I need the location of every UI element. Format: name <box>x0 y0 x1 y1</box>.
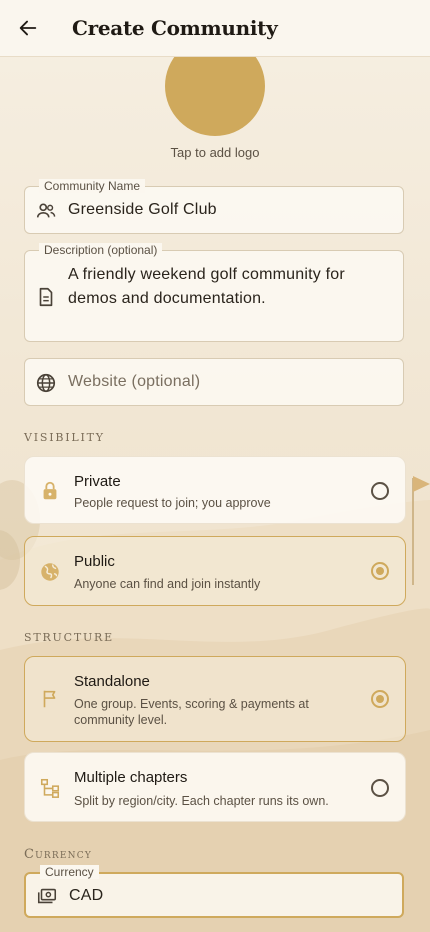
description-value: A friendly weekend golf community for de… <box>68 266 345 307</box>
radio-private[interactable] <box>371 482 389 500</box>
flag-icon <box>43 690 56 708</box>
community-name-field[interactable]: Community Name Greenside Golf Club <box>24 179 404 234</box>
description-label: Description (optional) <box>39 243 163 257</box>
option-description: Anyone can find and join instantly <box>74 577 261 591</box>
visibility-option-private[interactable]: Private People request to join; you appr… <box>24 456 406 524</box>
app-bar: Create Community <box>0 0 430 57</box>
currency-heading: Currency <box>24 847 92 862</box>
radio-multiple-chapters[interactable] <box>371 779 389 797</box>
website-placeholder: Website (optional) <box>68 373 201 390</box>
option-description: Split by region/city. Each chapter runs … <box>74 794 329 808</box>
page-title: Create Community <box>72 16 278 40</box>
structure-heading: STRUCTURE <box>24 631 114 644</box>
visibility-option-public[interactable]: Public Anyone can find and join instantl… <box>24 536 406 606</box>
structure-option-standalone[interactable]: Standalone One group. Events, scoring & … <box>24 656 406 742</box>
option-title: Standalone <box>74 673 150 690</box>
cash-icon <box>37 888 57 904</box>
option-title: Public <box>74 553 115 570</box>
website-field[interactable]: Website (optional) <box>24 358 404 406</box>
option-title: Private <box>74 473 121 490</box>
back-button[interactable] <box>0 0 56 56</box>
document-icon <box>39 287 53 307</box>
community-name-label: Community Name <box>39 179 146 193</box>
globe-icon <box>36 373 56 393</box>
description-field[interactable]: Description (optional) A friendly weeken… <box>24 243 404 342</box>
currency-field[interactable]: Currency CAD <box>24 865 404 918</box>
structure-option-multiple-chapters[interactable]: Multiple chapters Split by region/city. … <box>24 752 406 822</box>
option-title: Multiple chapters <box>74 769 188 786</box>
community-name-value: Greenside Golf Club <box>68 201 217 218</box>
lock-icon <box>43 481 57 500</box>
currency-label: Currency <box>40 865 99 879</box>
option-description: One group. Events, scoring & payments at… <box>74 697 309 727</box>
option-description: People request to join; you approve <box>74 496 271 510</box>
globe-icon <box>41 563 59 581</box>
hierarchy-icon <box>40 778 60 798</box>
radio-standalone[interactable] <box>371 690 389 708</box>
people-icon <box>36 203 56 218</box>
radio-public[interactable] <box>371 562 389 580</box>
currency-value: CAD <box>69 887 104 904</box>
arrow-back-icon <box>19 20 37 36</box>
visibility-heading: VISIBILITY <box>24 431 105 444</box>
logo-caption[interactable]: Tap to add logo <box>0 145 430 160</box>
